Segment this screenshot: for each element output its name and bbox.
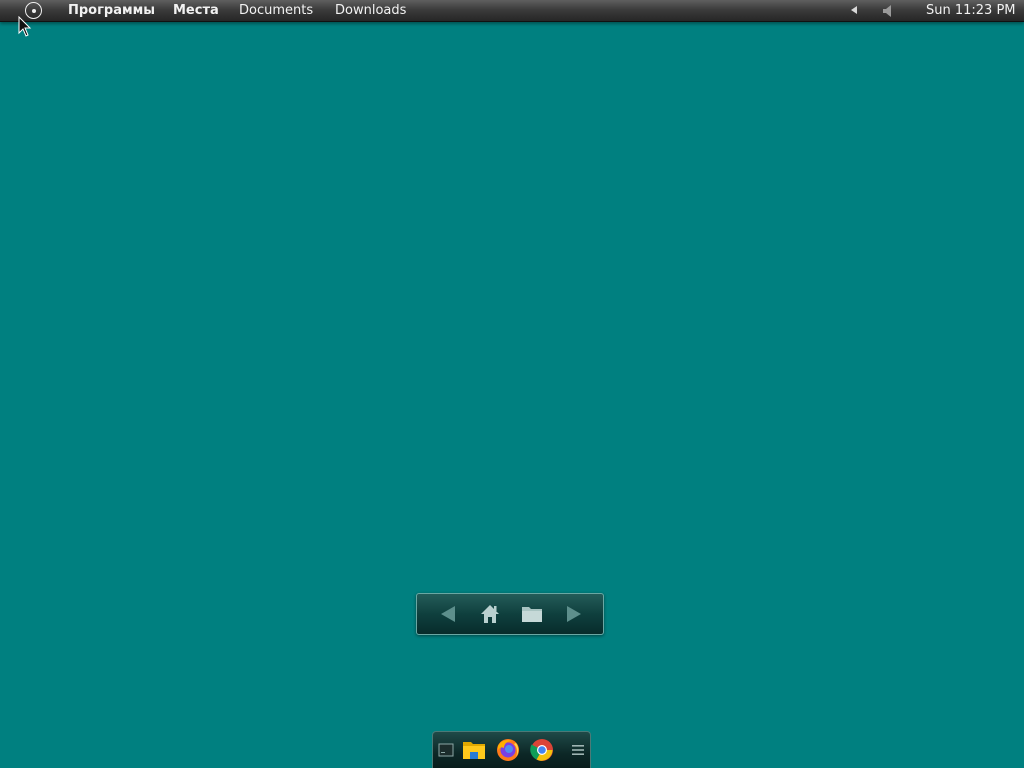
menu-documents[interactable]: Documents (239, 3, 313, 19)
menu-downloads[interactable]: Downloads (335, 3, 406, 19)
menu-places[interactable]: Места (173, 3, 219, 19)
folder-icon[interactable] (521, 603, 543, 625)
chrome-icon[interactable] (530, 738, 554, 762)
forward-arrow-icon[interactable] (565, 603, 583, 625)
dock-menu-icon[interactable] (571, 743, 585, 757)
volume-icon[interactable] (882, 4, 894, 18)
desktop[interactable]: Программы Места Documents Downloads Sun … (0, 0, 1024, 768)
back-arrow-icon[interactable] (439, 603, 457, 625)
navigation-toolbar (416, 593, 604, 635)
firefox-icon[interactable] (496, 738, 520, 762)
home-icon[interactable] (479, 603, 501, 625)
applications-circle-icon[interactable] (25, 2, 42, 19)
dock (432, 731, 591, 768)
menu-programs[interactable]: Программы (68, 3, 155, 19)
tray-arrow-left-icon[interactable] (851, 6, 857, 14)
top-panel: Программы Места Documents Downloads Sun … (0, 0, 1024, 22)
file-manager-icon[interactable] (462, 738, 486, 762)
terminal-icon[interactable] (438, 742, 454, 758)
clock[interactable]: Sun 11:23 PM (926, 3, 1016, 19)
